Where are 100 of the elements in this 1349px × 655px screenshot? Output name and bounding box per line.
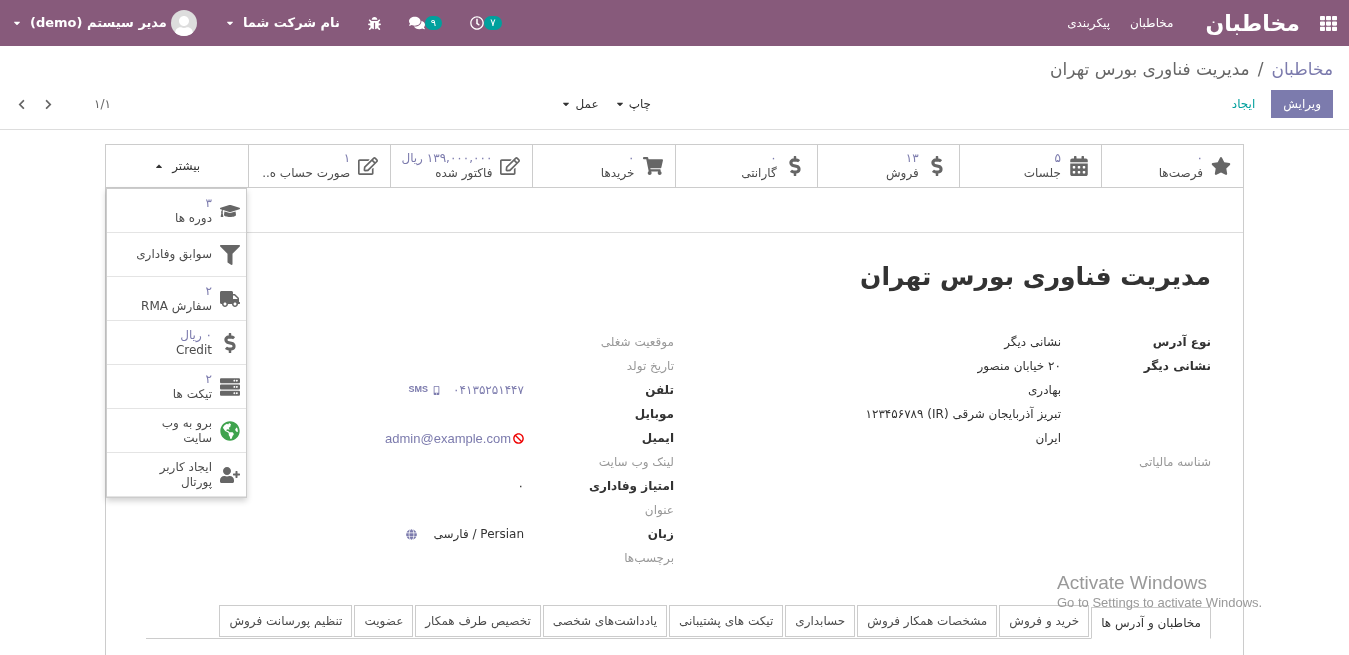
- stack-icon: [220, 376, 240, 397]
- stat-label: خریدها: [600, 166, 635, 181]
- dropdown-item[interactable]: سوابق وفاداری: [107, 233, 246, 277]
- stat-button[interactable]: ۰ خریدها: [532, 145, 675, 187]
- edit-icon: [358, 156, 379, 176]
- notebook-tab[interactable]: مشخصات همکار فروش: [857, 605, 998, 637]
- sms-link[interactable]: SMS: [408, 383, 429, 397]
- stat-value: ۰: [627, 151, 635, 166]
- menu-item[interactable]: پیکربندی: [1067, 14, 1111, 32]
- address-value: ۲۰ خیابان منصور: [976, 358, 1061, 376]
- field-label: لینک وب سایت: [597, 454, 674, 471]
- message-badge: ۹: [424, 16, 443, 30]
- dropdown-item[interactable]: ایجاد کاربر پورتال: [107, 453, 246, 497]
- address-value: ایران: [1034, 430, 1061, 447]
- apps-menu-icon[interactable]: [1320, 14, 1337, 32]
- stat-label: گارانتی: [741, 166, 777, 181]
- stat-value: ۰: [769, 151, 777, 166]
- field-label: شناسه مالیاتی: [1138, 454, 1211, 471]
- field-label: نشانی دیگر: [1142, 358, 1211, 375]
- star-icon: [1211, 156, 1231, 176]
- item-label: برو به وب سایت: [160, 415, 212, 446]
- phone-value[interactable]: ۰۴۱۳۵۲۵۱۴۴۷: [453, 381, 524, 399]
- notebook-tab[interactable]: حسابداری: [785, 605, 856, 637]
- stat-button[interactable]: ۰ فرصت‌ها: [1100, 145, 1243, 187]
- breadcrumb-current: مدیریت فناوری بورس تهران: [1050, 57, 1250, 82]
- notebook-tab[interactable]: عضویت: [354, 605, 414, 637]
- funnel-icon: [220, 244, 240, 265]
- dropdown-item[interactable]: ۳ دوره ها: [107, 189, 246, 233]
- menu-item[interactable]: مخاطبان: [1130, 14, 1174, 32]
- item-label: Credit: [175, 342, 212, 358]
- breadcrumb-link[interactable]: مخاطبان: [1271, 56, 1333, 82]
- field-label: موبایل: [633, 406, 674, 424]
- globe-icon: [406, 528, 418, 540]
- chat-icon[interactable]: [408, 15, 425, 31]
- stat-label: فاکتور شده: [434, 166, 493, 181]
- activity-badge: ۷: [484, 16, 502, 30]
- address-value: نشانی دیگر: [1002, 334, 1061, 351]
- notebook-tab[interactable]: تیکت های پشتیبانی: [669, 605, 784, 637]
- stat-label: فرصت‌ها: [1158, 166, 1203, 181]
- blocked-icon: [513, 433, 524, 445]
- field-label: برچسب‌ها: [623, 550, 674, 567]
- avatar-icon: [170, 10, 197, 36]
- dropdown-item[interactable]: ۲ سفارش RMA: [107, 277, 246, 321]
- breadcrumb-separator: /: [1257, 57, 1264, 81]
- clock-icon[interactable]: [470, 16, 485, 30]
- item-label: ایجاد کاربر پورتال: [158, 459, 212, 490]
- dropdown-item[interactable]: برو به وب سایت: [107, 409, 246, 453]
- record-title: مدیریت فناوری بورس تهران: [860, 261, 1211, 294]
- stat-value: ۱۳: [904, 151, 919, 166]
- field-label: نوع آدرس: [1151, 333, 1211, 352]
- stat-button[interactable]: ۰ گارانتی: [674, 145, 817, 187]
- field-label: زبان: [646, 526, 674, 543]
- stat-label: جلسات: [1023, 166, 1061, 181]
- next-icon[interactable]: [43, 98, 54, 110]
- stat-value: ۱۳۹,۰۰۰,۰۰۰ ریال: [401, 151, 493, 166]
- stat-value: ۰: [1195, 151, 1203, 166]
- user-menu[interactable]: مدیر سیستم (demo): [12, 10, 197, 36]
- stat-button[interactable]: ۱۳۹,۰۰۰,۰۰۰ ریال فاکتور شده: [390, 145, 533, 187]
- app-title: مخاطبان: [1205, 9, 1300, 38]
- truck-icon: [220, 288, 240, 309]
- address-value: بهادری: [1026, 382, 1061, 399]
- item-value: ۲: [204, 371, 212, 387]
- dropdown-item[interactable]: ۲ تیکت ها: [107, 365, 246, 409]
- item-label: تیکت ها: [172, 386, 212, 402]
- notebook-tab[interactable]: تنظیم پورسانت فروش: [219, 605, 353, 637]
- print-dropdown[interactable]: چاپ: [614, 95, 651, 113]
- stat-button[interactable]: ۵ جلسات: [958, 145, 1101, 187]
- globe-icon: [220, 420, 240, 441]
- email-link[interactable]: admin@example.com: [385, 429, 511, 449]
- user-plus-icon: [220, 464, 240, 485]
- address-value: تبریز آذربایجان شرقی (IR) ۱۲۳۴۵۶۷۸۹: [864, 405, 1061, 424]
- item-label: دوره ها: [174, 210, 212, 226]
- cart-icon: [642, 156, 663, 176]
- item-value: ۳: [204, 195, 212, 211]
- item-label: سفارش RMA: [141, 298, 212, 314]
- action-dropdown[interactable]: عمل: [561, 95, 599, 113]
- notebook-tab[interactable]: یادداشت‌های شخصی: [542, 605, 667, 637]
- field-label: امتیاز وفاداری: [588, 478, 674, 496]
- field-label: تاریخ تولد: [625, 358, 674, 375]
- item-value: ۰ ریال: [179, 327, 212, 343]
- field-label: تلفن: [644, 382, 674, 399]
- language-value: Persian / فارسی: [433, 526, 524, 543]
- calendar-icon: [1068, 156, 1089, 176]
- field-label: موقعیت شغلی: [599, 334, 674, 351]
- edit-button[interactable]: ویرایش: [1271, 90, 1333, 118]
- item-label: سوابق وفاداری: [136, 247, 212, 262]
- item-value: ۲: [204, 283, 212, 299]
- previous-icon[interactable]: [16, 98, 27, 110]
- bug-icon[interactable]: [367, 16, 381, 30]
- edit-icon: [500, 156, 521, 176]
- notebook-tab[interactable]: تخصیص طرف همکار: [415, 605, 541, 637]
- mobile-icon: [432, 385, 442, 395]
- company-switcher[interactable]: نام شرکت شما: [224, 13, 340, 33]
- pager-value: ۱/۱: [94, 96, 111, 113]
- stat-label: صورت حساب ه..: [262, 166, 351, 181]
- stat-label: فروش: [885, 166, 919, 181]
- field-label: ایمیل: [640, 430, 674, 447]
- field-label: عنوان: [643, 502, 674, 519]
- field-value: ۰: [517, 478, 524, 495]
- stat-button[interactable]: ۱۳ فروش: [816, 145, 959, 187]
